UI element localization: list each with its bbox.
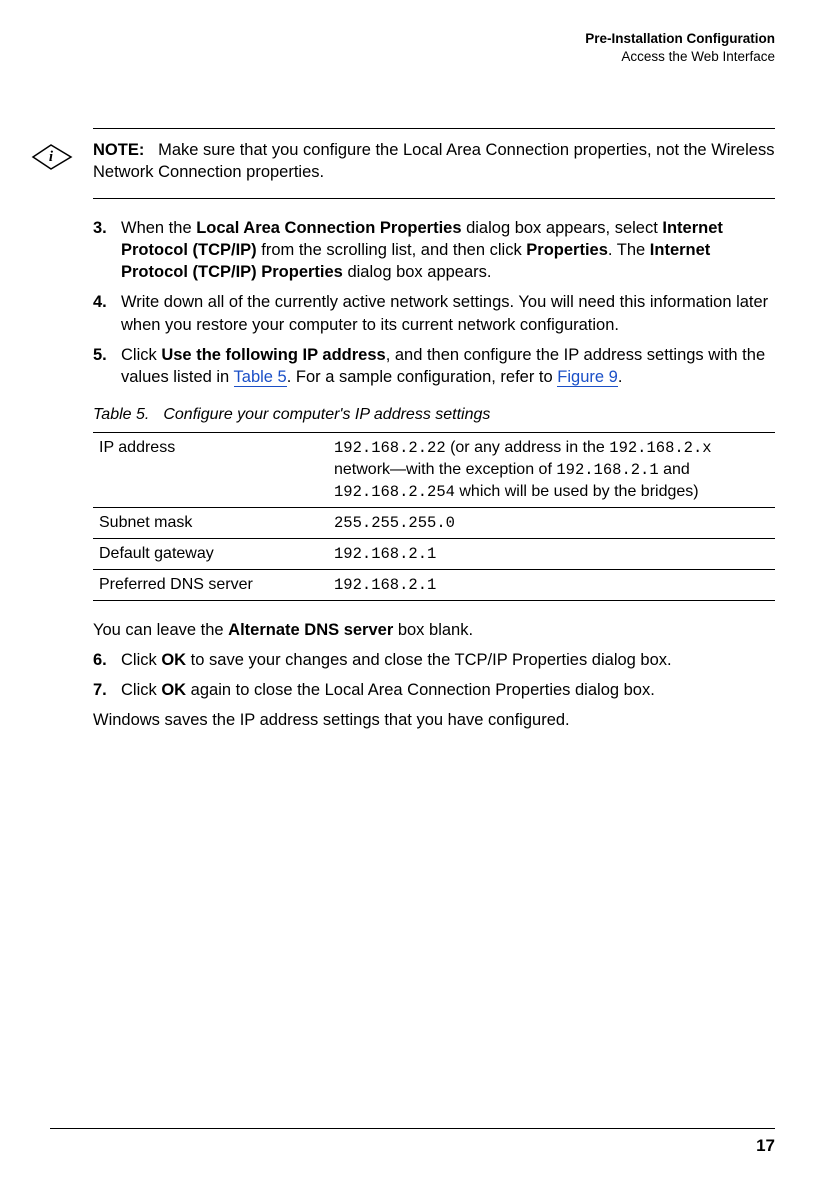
step-number: 3. <box>93 217 107 239</box>
row-val: 192.168.2.1 <box>328 538 775 569</box>
page-header: Pre-Installation Configuration Access th… <box>585 30 775 66</box>
windows-saves-paragraph: Windows saves the IP address settings th… <box>93 709 775 731</box>
row-val: 192.168.2.22 (or any address in the 192.… <box>328 432 775 507</box>
table-title: Configure your computer's IP address set… <box>163 406 490 423</box>
page-content: i NOTE: Make sure that you configure the… <box>93 128 775 740</box>
info-icon: i <box>31 143 73 177</box>
svg-text:i: i <box>49 149 54 165</box>
step-5: 5. Click Use the following IP address, a… <box>93 344 775 389</box>
table-row: Subnet mask 255.255.255.0 <box>93 507 775 538</box>
step-number: 5. <box>93 344 107 366</box>
step-7: 7. Click OK again to close the Local Are… <box>93 679 775 701</box>
xref-figure-9[interactable]: Figure 9 <box>557 368 618 387</box>
row-key: IP address <box>93 432 328 507</box>
note-label: NOTE: <box>93 141 144 159</box>
xref-table-5[interactable]: Table 5 <box>234 368 287 387</box>
note-body: Make sure that you configure the Local A… <box>93 141 774 181</box>
header-chapter: Pre-Installation Configuration <box>585 30 775 48</box>
row-val: 255.255.255.0 <box>328 507 775 538</box>
step-4: 4. Write down all of the currently activ… <box>93 291 775 336</box>
table-row: Preferred DNS server 192.168.2.1 <box>93 569 775 600</box>
page-number: 17 <box>756 1136 775 1155</box>
row-key: Default gateway <box>93 538 328 569</box>
ip-settings-table: IP address 192.168.2.22 (or any address … <box>93 432 775 601</box>
note-text: NOTE: Make sure that you configure the L… <box>93 139 775 184</box>
row-val: 192.168.2.1 <box>328 569 775 600</box>
step-number: 6. <box>93 649 107 671</box>
step-list-2: 6. Click OK to save your changes and clo… <box>93 649 775 702</box>
table-label: Table 5. <box>93 406 163 423</box>
row-key: Preferred DNS server <box>93 569 328 600</box>
step-3: 3. When the Local Area Connection Proper… <box>93 217 775 284</box>
table-row: Default gateway 192.168.2.1 <box>93 538 775 569</box>
step-number: 4. <box>93 291 107 313</box>
note-block: i NOTE: Make sure that you configure the… <box>93 128 775 199</box>
step-list: 3. When the Local Area Connection Proper… <box>93 217 775 389</box>
alt-dns-paragraph: You can leave the Alternate DNS server b… <box>93 619 775 641</box>
header-section: Access the Web Interface <box>585 48 775 66</box>
page-footer: 17 <box>50 1128 775 1158</box>
table-caption: Table 5.Configure your computer's IP add… <box>93 404 775 426</box>
row-key: Subnet mask <box>93 507 328 538</box>
step-6: 6. Click OK to save your changes and clo… <box>93 649 775 671</box>
table-row: IP address 192.168.2.22 (or any address … <box>93 432 775 507</box>
step-number: 7. <box>93 679 107 701</box>
